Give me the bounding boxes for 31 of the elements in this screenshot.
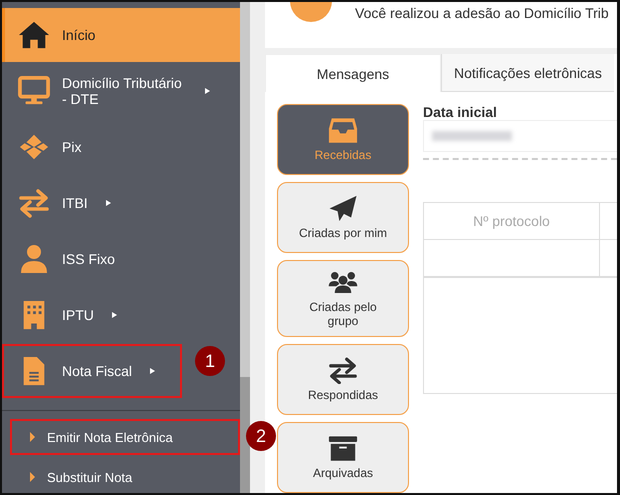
submenu-item[interactable]: Substituir Nota <box>10 459 240 493</box>
group-icon <box>328 269 358 296</box>
sidebar-item[interactable]: IPTU <box>2 288 142 342</box>
inbox-icon <box>328 117 358 144</box>
folder-button[interactable]: Criadas por mim <box>277 182 409 253</box>
home-icon <box>18 20 50 50</box>
monitor-icon <box>18 76 50 106</box>
swap-arrows-icon <box>18 188 50 218</box>
paper-plane-icon <box>328 195 358 222</box>
diamond-icon <box>18 132 50 162</box>
archive-box-icon <box>328 435 358 462</box>
date-field[interactable] <box>423 120 617 152</box>
folder-button[interactable]: Criadas pelo grupo <box>277 260 409 337</box>
scrollbar[interactable] <box>240 2 250 493</box>
column-header: Nº protocolo <box>424 203 600 239</box>
sidebar-item[interactable]: ITBI <box>2 176 136 230</box>
sidebar-item[interactable]: Domicílio Tributário - DTE <box>2 64 235 118</box>
tab[interactable]: Notificações eletrônicas <box>441 54 614 92</box>
step-number-badge: 1 <box>195 346 225 376</box>
swap-arrows-icon <box>328 357 358 384</box>
person-icon <box>18 244 50 274</box>
folder-button[interactable]: Respondidas <box>277 344 409 415</box>
caret-icon <box>30 472 35 482</box>
sidebar-item[interactable]: ISS Fixo <box>2 232 140 286</box>
folder-button[interactable]: Arquivadas <box>277 422 409 493</box>
field-label: Data inicial <box>423 104 498 120</box>
caret-icon <box>30 432 35 442</box>
notice-text: Você realizou a adesão ao Domicílio Trib <box>355 5 609 21</box>
sidebar-item[interactable]: Início <box>2 8 240 62</box>
tab[interactable]: Mensagens <box>265 54 441 92</box>
sidebar-item[interactable]: Pix <box>2 120 106 174</box>
